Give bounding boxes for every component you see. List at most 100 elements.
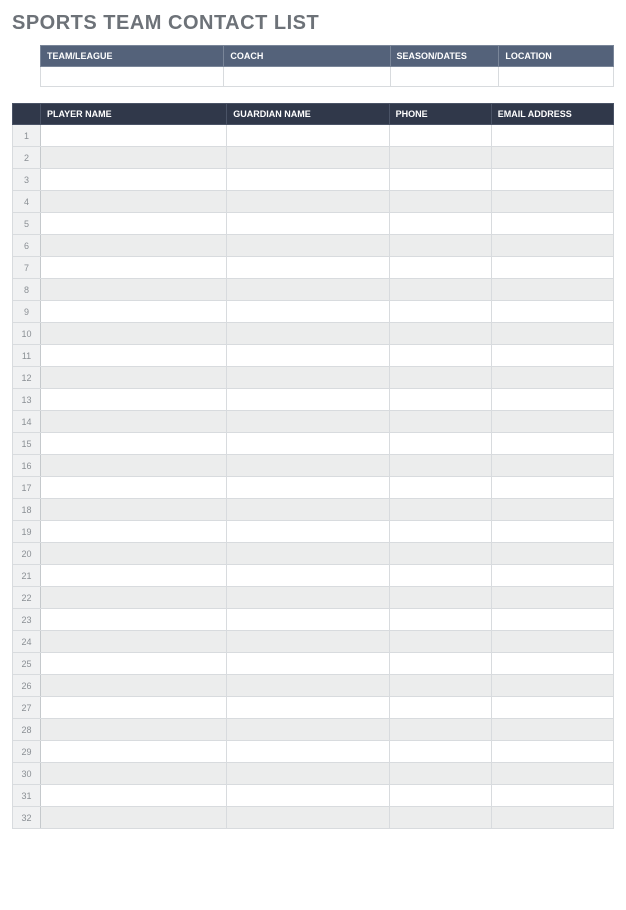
cell-guardian[interactable] bbox=[227, 367, 389, 389]
cell-guardian[interactable] bbox=[227, 125, 389, 147]
cell-player[interactable] bbox=[41, 389, 227, 411]
cell-player[interactable] bbox=[41, 807, 227, 829]
cell-guardian[interactable] bbox=[227, 477, 389, 499]
cell-email[interactable] bbox=[491, 521, 613, 543]
cell-guardian[interactable] bbox=[227, 455, 389, 477]
cell-email[interactable] bbox=[491, 697, 613, 719]
cell-email[interactable] bbox=[491, 785, 613, 807]
cell-guardian[interactable] bbox=[227, 653, 389, 675]
cell-phone[interactable] bbox=[389, 587, 491, 609]
cell-player[interactable] bbox=[41, 213, 227, 235]
cell-phone[interactable] bbox=[389, 411, 491, 433]
cell-player[interactable] bbox=[41, 169, 227, 191]
cell-guardian[interactable] bbox=[227, 279, 389, 301]
cell-phone[interactable] bbox=[389, 653, 491, 675]
cell-player[interactable] bbox=[41, 719, 227, 741]
cell-player[interactable] bbox=[41, 147, 227, 169]
cell-phone[interactable] bbox=[389, 565, 491, 587]
cell-phone[interactable] bbox=[389, 257, 491, 279]
cell-guardian[interactable] bbox=[227, 169, 389, 191]
cell-guardian[interactable] bbox=[227, 345, 389, 367]
cell-player[interactable] bbox=[41, 609, 227, 631]
cell-email[interactable] bbox=[491, 763, 613, 785]
cell-guardian[interactable] bbox=[227, 389, 389, 411]
cell-player[interactable] bbox=[41, 125, 227, 147]
cell-phone[interactable] bbox=[389, 389, 491, 411]
cell-player[interactable] bbox=[41, 521, 227, 543]
cell-guardian[interactable] bbox=[227, 741, 389, 763]
cell-guardian[interactable] bbox=[227, 719, 389, 741]
cell-guardian[interactable] bbox=[227, 257, 389, 279]
cell-phone[interactable] bbox=[389, 807, 491, 829]
cell-email[interactable] bbox=[491, 587, 613, 609]
cell-email[interactable] bbox=[491, 323, 613, 345]
cell-email[interactable] bbox=[491, 433, 613, 455]
cell-email[interactable] bbox=[491, 499, 613, 521]
cell-player[interactable] bbox=[41, 763, 227, 785]
cell-player[interactable] bbox=[41, 543, 227, 565]
cell-phone[interactable] bbox=[389, 345, 491, 367]
cell-phone[interactable] bbox=[389, 719, 491, 741]
cell-phone[interactable] bbox=[389, 499, 491, 521]
cell-guardian[interactable] bbox=[227, 147, 389, 169]
cell-phone[interactable] bbox=[389, 455, 491, 477]
cell-guardian[interactable] bbox=[227, 697, 389, 719]
cell-player[interactable] bbox=[41, 433, 227, 455]
cell-guardian[interactable] bbox=[227, 521, 389, 543]
cell-email[interactable] bbox=[491, 191, 613, 213]
cell-phone[interactable] bbox=[389, 323, 491, 345]
cell-guardian[interactable] bbox=[227, 609, 389, 631]
cell-email[interactable] bbox=[491, 367, 613, 389]
cell-guardian[interactable] bbox=[227, 235, 389, 257]
cell-phone[interactable] bbox=[389, 609, 491, 631]
cell-player[interactable] bbox=[41, 455, 227, 477]
info-cell-coach[interactable] bbox=[224, 67, 390, 87]
cell-player[interactable] bbox=[41, 697, 227, 719]
cell-phone[interactable] bbox=[389, 697, 491, 719]
cell-email[interactable] bbox=[491, 653, 613, 675]
cell-player[interactable] bbox=[41, 741, 227, 763]
cell-guardian[interactable] bbox=[227, 433, 389, 455]
cell-email[interactable] bbox=[491, 807, 613, 829]
cell-guardian[interactable] bbox=[227, 587, 389, 609]
cell-guardian[interactable] bbox=[227, 785, 389, 807]
cell-email[interactable] bbox=[491, 543, 613, 565]
cell-player[interactable] bbox=[41, 235, 227, 257]
cell-player[interactable] bbox=[41, 411, 227, 433]
cell-phone[interactable] bbox=[389, 477, 491, 499]
cell-phone[interactable] bbox=[389, 125, 491, 147]
cell-phone[interactable] bbox=[389, 147, 491, 169]
cell-player[interactable] bbox=[41, 477, 227, 499]
info-cell-team[interactable] bbox=[41, 67, 224, 87]
cell-email[interactable] bbox=[491, 411, 613, 433]
cell-player[interactable] bbox=[41, 279, 227, 301]
cell-phone[interactable] bbox=[389, 741, 491, 763]
cell-phone[interactable] bbox=[389, 169, 491, 191]
cell-email[interactable] bbox=[491, 213, 613, 235]
cell-guardian[interactable] bbox=[227, 807, 389, 829]
cell-player[interactable] bbox=[41, 587, 227, 609]
cell-email[interactable] bbox=[491, 257, 613, 279]
cell-phone[interactable] bbox=[389, 191, 491, 213]
cell-email[interactable] bbox=[491, 345, 613, 367]
cell-phone[interactable] bbox=[389, 367, 491, 389]
cell-player[interactable] bbox=[41, 345, 227, 367]
cell-email[interactable] bbox=[491, 565, 613, 587]
cell-guardian[interactable] bbox=[227, 675, 389, 697]
cell-phone[interactable] bbox=[389, 235, 491, 257]
cell-email[interactable] bbox=[491, 235, 613, 257]
cell-player[interactable] bbox=[41, 367, 227, 389]
cell-phone[interactable] bbox=[389, 279, 491, 301]
cell-player[interactable] bbox=[41, 191, 227, 213]
cell-guardian[interactable] bbox=[227, 543, 389, 565]
cell-player[interactable] bbox=[41, 323, 227, 345]
cell-email[interactable] bbox=[491, 147, 613, 169]
cell-email[interactable] bbox=[491, 455, 613, 477]
cell-phone[interactable] bbox=[389, 631, 491, 653]
cell-player[interactable] bbox=[41, 257, 227, 279]
cell-phone[interactable] bbox=[389, 521, 491, 543]
info-cell-season[interactable] bbox=[390, 67, 499, 87]
cell-guardian[interactable] bbox=[227, 499, 389, 521]
cell-guardian[interactable] bbox=[227, 763, 389, 785]
cell-player[interactable] bbox=[41, 631, 227, 653]
